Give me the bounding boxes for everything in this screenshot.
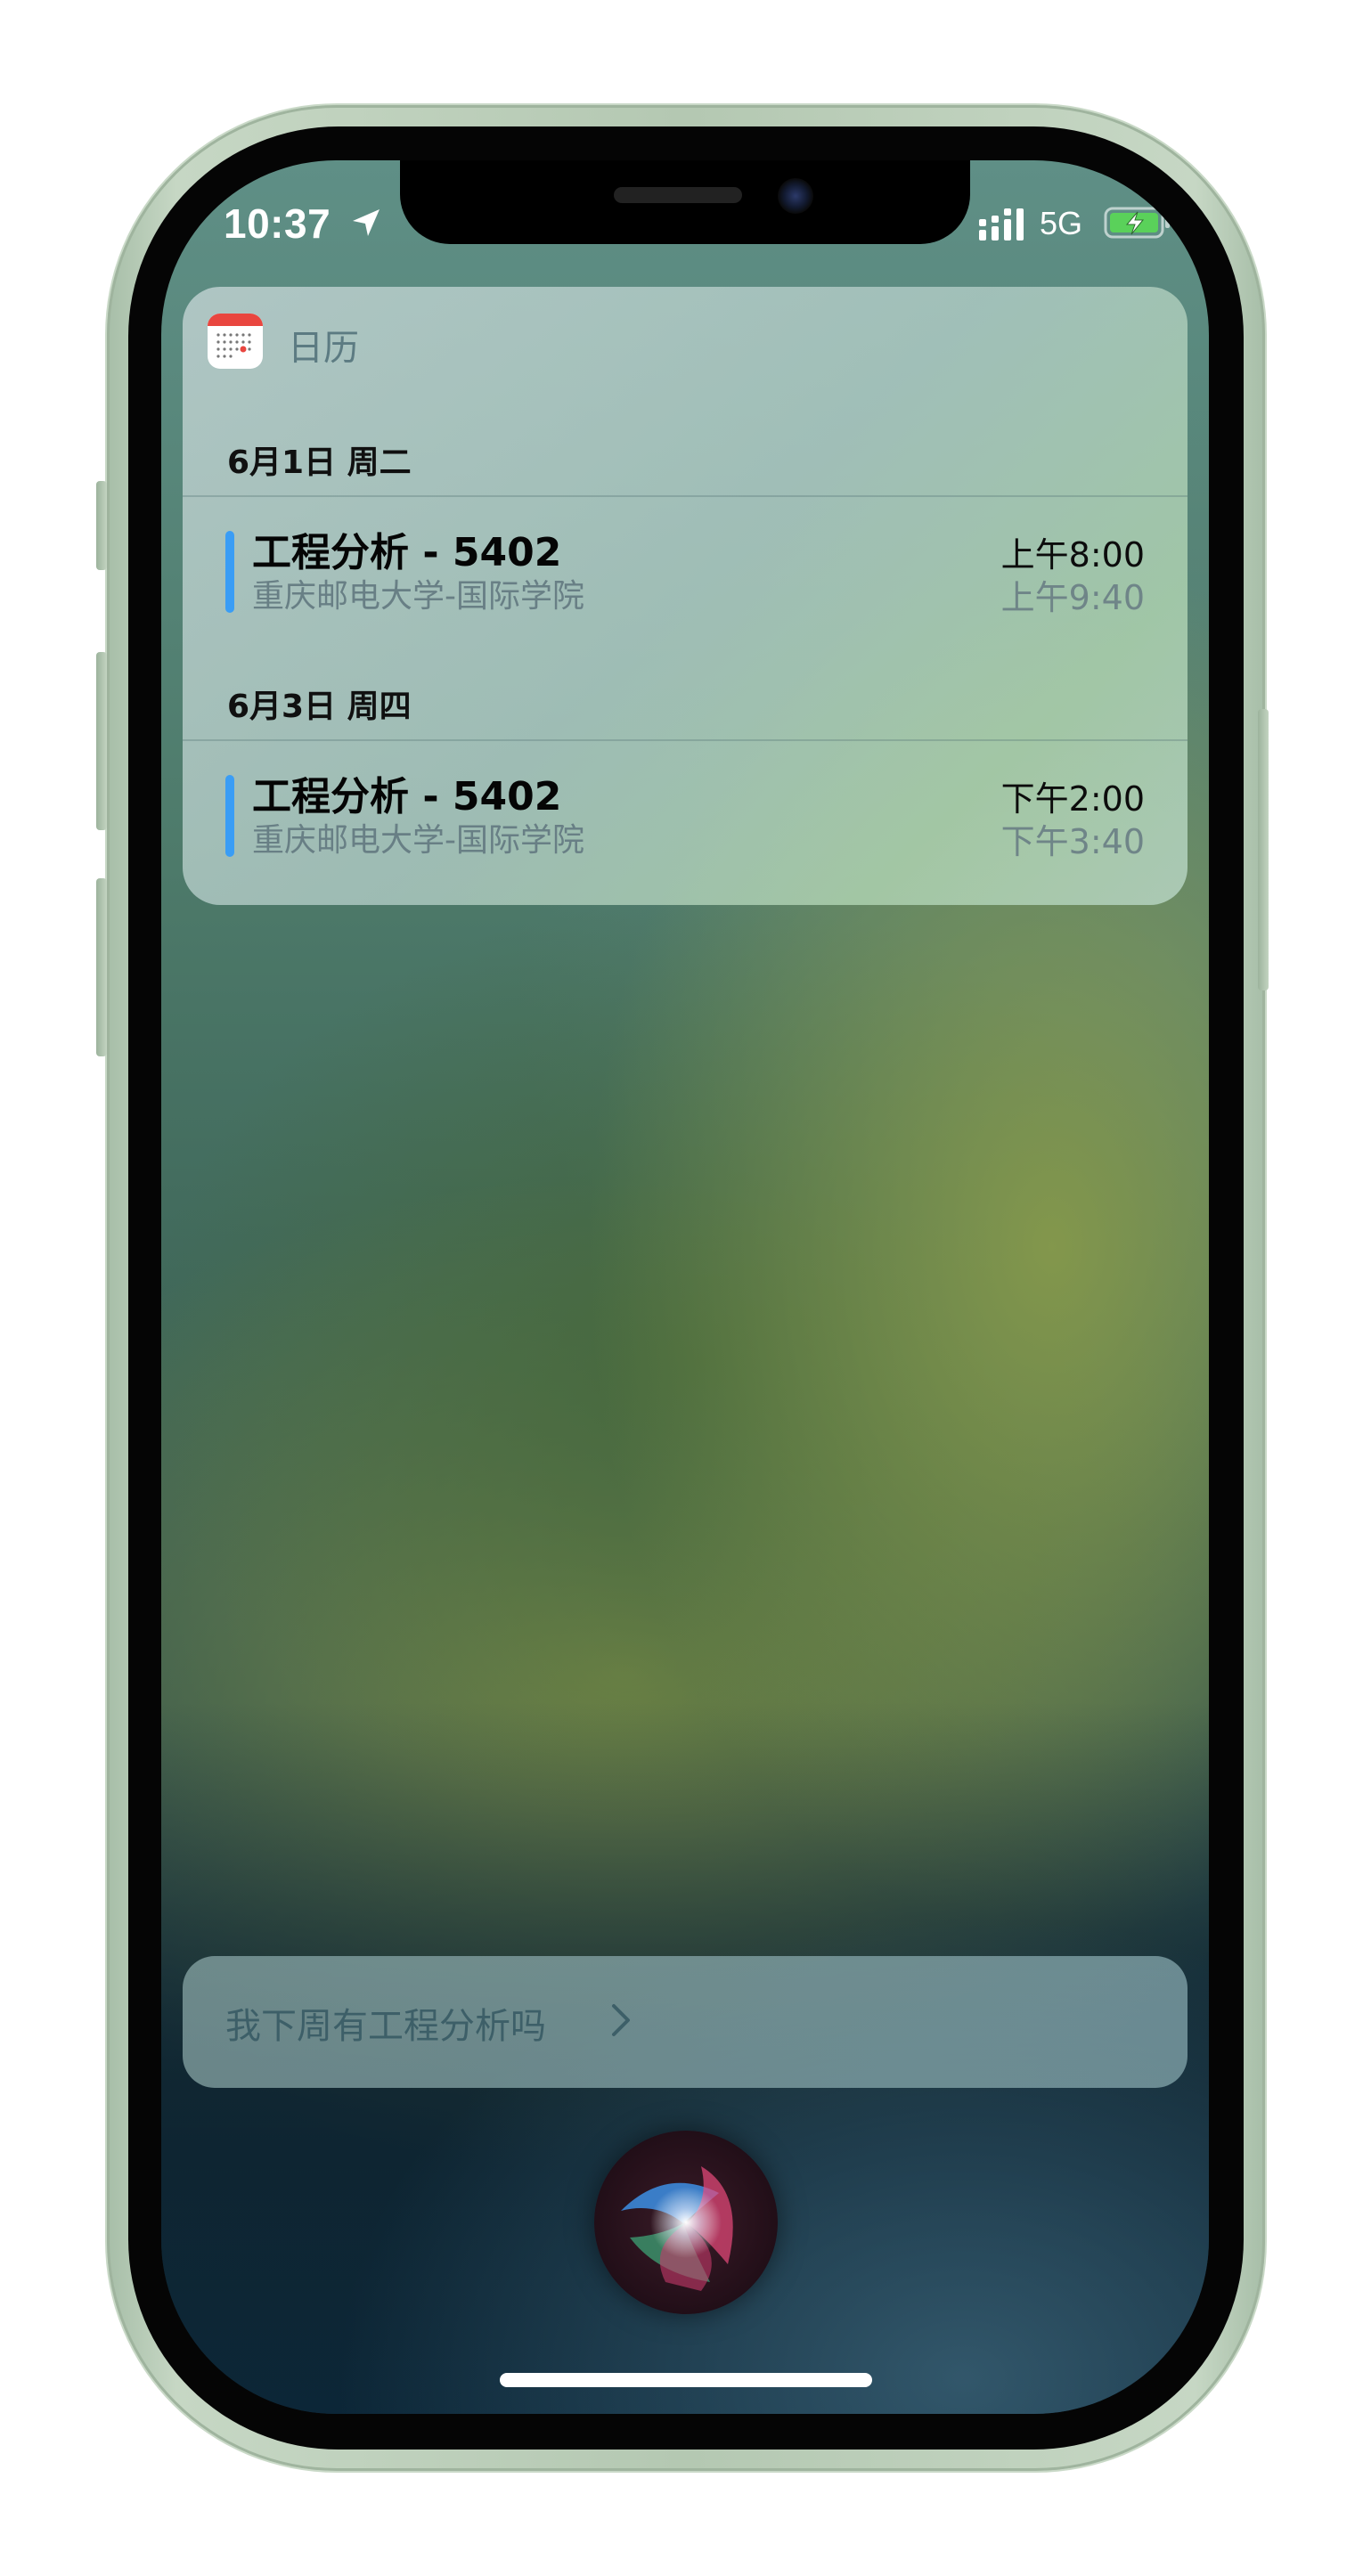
- event-location: 重庆邮电大学-国际学院: [252, 822, 584, 859]
- event-end-time: 下午3:40: [1000, 822, 1145, 861]
- volume-down-button: [96, 878, 107, 1056]
- calendar-event[interactable]: 工程分析 - 5402 重庆邮电大学-国际学院 下午2:00 下午3:40: [225, 773, 1145, 861]
- event-color-bar: [225, 531, 234, 613]
- silent-switch: [96, 481, 107, 570]
- location-arrow-icon: [353, 209, 380, 236]
- siri-suggestion-bubble[interactable]: 我下周有工程分析吗: [183, 1956, 1188, 2088]
- event-end-time: 上午9:40: [1000, 578, 1145, 617]
- chevron-right-icon: [612, 2004, 630, 2036]
- calendar-event[interactable]: 工程分析 - 5402 重庆邮电大学-国际学院 上午8:00 上午9:40: [225, 529, 1145, 617]
- calendar-app-name: 日历: [288, 328, 359, 369]
- event-start-time: 上午8:00: [1000, 535, 1145, 575]
- network-type: 5G: [1040, 205, 1083, 241]
- divider: [183, 739, 1188, 741]
- calendar-app-icon: [208, 314, 263, 369]
- event-location: 重庆邮电大学-国际学院: [252, 578, 584, 615]
- siri-orb-icon[interactable]: [594, 2131, 778, 2314]
- phone-screen: 10:37 5G 日历 6月1日 周二 工程分析 - 5402 重庆邮电大学-国…: [161, 160, 1209, 2414]
- battery-charging-icon: [1104, 207, 1170, 239]
- earpiece-speaker: [614, 187, 742, 203]
- event-start-time: 下午2:00: [1000, 779, 1145, 819]
- calendar-siri-card[interactable]: 日历 6月1日 周二 工程分析 - 5402 重庆邮电大学-国际学院 上午8:0…: [183, 287, 1188, 905]
- notch: [400, 160, 970, 244]
- cellular-signal-icon: [979, 208, 1024, 240]
- event-title: 工程分析 - 5402: [252, 530, 562, 575]
- event-title: 工程分析 - 5402: [252, 774, 562, 819]
- home-indicator[interactable]: [500, 2373, 872, 2387]
- event-color-bar: [225, 775, 234, 857]
- divider: [183, 495, 1188, 497]
- side-button: [1258, 709, 1269, 990]
- siri-suggestion-text: 我下周有工程分析吗: [225, 2006, 546, 2047]
- volume-up-button: [96, 652, 107, 830]
- day-header: 6月3日 周四: [227, 689, 412, 725]
- status-time: 10:37: [224, 200, 331, 247]
- front-camera: [778, 178, 813, 214]
- day-header: 6月1日 周二: [227, 444, 412, 481]
